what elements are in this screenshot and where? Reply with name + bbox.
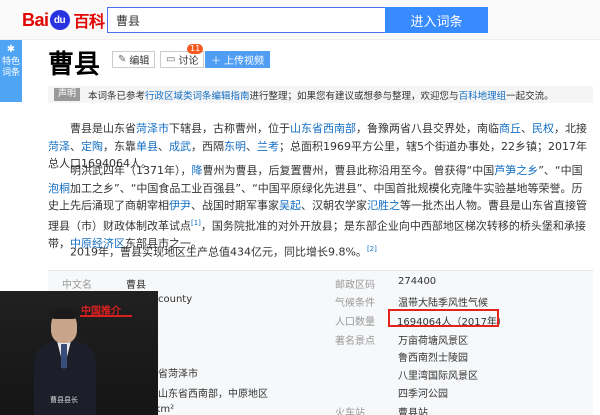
info-value-postal: 274400 <box>398 276 437 287</box>
citation-2[interactable]: [2] <box>367 245 377 253</box>
info-value-attraction-1: 万亩荷塘风景区 <box>398 336 468 347</box>
link-fanshengzhi[interactable]: 氾胜之 <box>367 199 400 212</box>
video-player[interactable]: 中国推介 曹县县长 <box>0 291 158 415</box>
link-shanxian[interactable]: 单县 <box>136 140 158 153</box>
info-label-population: 人口数量 <box>335 317 375 328</box>
info-value-attraction-4: 四季河公园 <box>398 389 448 400</box>
search-input[interactable] <box>107 7 385 33</box>
link-yiyin[interactable]: 伊尹 <box>169 199 191 212</box>
link-paulownia[interactable]: 泡桐 <box>48 182 70 195</box>
link-jiang[interactable]: 降 <box>192 164 203 177</box>
page-title: 曹县 <box>48 50 101 80</box>
geo-group-link[interactable]: 百科地理组 <box>459 88 507 102</box>
info-value-foreign-name: county <box>158 294 193 305</box>
link-heze[interactable]: 菏泽市 <box>136 122 169 135</box>
editorial-notice: 声明 本词条已参考 行政区域类词条编辑指南 进行整理；如果您有建议或想参与整理，… <box>48 86 593 103</box>
link-lankao[interactable]: 兰考 <box>257 140 279 153</box>
economy-paragraph: 2019年，曹县实现地区生产总值434亿元，同比增长9.8%。[2] <box>70 245 377 259</box>
info-value-station[interactable]: 曹县站 <box>398 404 428 415</box>
presenter-hair <box>51 309 77 319</box>
citation-1[interactable]: [1] <box>191 219 201 227</box>
info-label-postal: 邮政区码 <box>335 280 375 291</box>
upload-video-button[interactable]: ＋ 上传视频 <box>205 51 270 68</box>
discuss-count-badge: 11 <box>187 44 204 54</box>
edit-guide-link[interactable]: 行政区域类词条编辑指南 <box>145 88 250 102</box>
video-brand-underline <box>80 315 132 317</box>
link-minquan[interactable]: 民权 <box>532 122 554 135</box>
info-label-chinese-name: 中文名 <box>62 280 92 291</box>
link-dingtao[interactable]: 定陶 <box>81 140 103 153</box>
featured-entry-badge[interactable]: ✱ 特色 词条 <box>0 40 22 102</box>
plus-icon: ＋ <box>211 56 221 67</box>
search-button[interactable]: 进入词条 <box>385 7 488 33</box>
info-value-attraction-2: 鲁西南烈士陵园 <box>398 353 468 364</box>
population-highlight-box <box>388 309 499 327</box>
link-dongming[interactable]: 东明 <box>224 140 246 153</box>
top-header: Bai du 百科 进入词条 <box>0 0 600 40</box>
chat-icon: ▭ <box>166 54 176 65</box>
info-value-chinese-name: 曹县 <box>126 280 146 291</box>
link-wuqi[interactable]: 吴起 <box>279 199 301 212</box>
gear-icon: ✱ <box>6 44 16 55</box>
history-paragraph: 明洪武四年（1371年），降曹州为曹县，后复置曹州，曹县此称沿用至今。曾获得“中… <box>48 164 587 250</box>
pencil-icon: ✎ <box>118 54 127 65</box>
link-heze-2[interactable]: 菏泽 <box>48 140 70 153</box>
video-caption: 曹县县长 <box>50 396 78 404</box>
info-label-climate: 气候条件 <box>335 298 375 309</box>
baidu-baike-logo[interactable]: Bai du 百科 <box>22 9 105 32</box>
link-chengwu[interactable]: 成武 <box>169 140 191 153</box>
info-value-region: 省菏泽市 <box>158 369 198 380</box>
info-value-location: 山东省西南部，中原地区 <box>158 389 268 400</box>
link-asparagus[interactable]: 芦笋之乡 <box>494 164 538 177</box>
info-label-station: 火车站 <box>335 408 365 415</box>
link-shangqiu[interactable]: 商丘 <box>499 122 521 135</box>
info-label-attractions: 著名景点 <box>335 336 375 347</box>
presenter-tie <box>61 344 67 368</box>
paw-icon: du <box>49 10 70 30</box>
notice-tag: 声明 <box>54 88 81 101</box>
info-value-climate: 温带大陆季风性气候 <box>398 298 488 309</box>
edit-button[interactable]: ✎ 编辑 <box>112 51 156 68</box>
info-value-attraction-3: 八里湾国际风景区 <box>398 371 478 382</box>
link-sw-shandong[interactable]: 山东省西南部 <box>290 122 356 135</box>
